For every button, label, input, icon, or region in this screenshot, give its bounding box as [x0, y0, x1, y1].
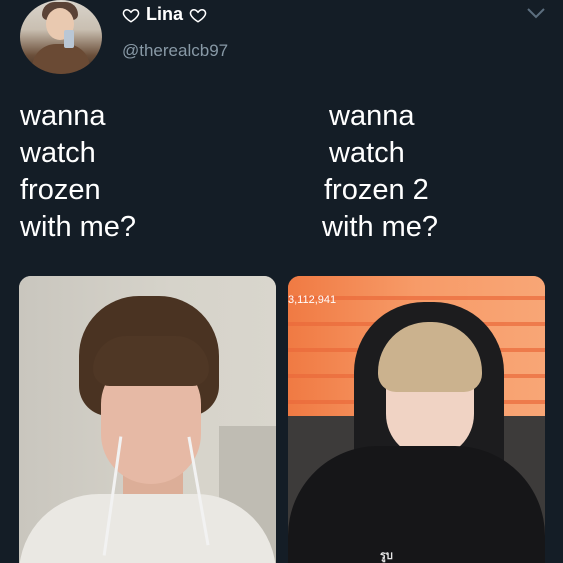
caption-line: watch [329, 137, 405, 169]
left-photo[interactable] [19, 276, 276, 563]
viewer-count: 3,112,941 [288, 294, 337, 306]
heart-outline-icon [189, 8, 207, 23]
display-name: Lina [146, 4, 184, 24]
caption-line: wanna [20, 100, 106, 132]
chevron-down-icon[interactable] [526, 6, 546, 20]
right-photo[interactable]: 3,112,941 รูบ [288, 276, 545, 563]
right-caption: wanna watch frozen 2 with me? [322, 98, 438, 246]
caption-line: frozen [20, 174, 101, 206]
left-caption: wanna watch frozen with me? [20, 98, 136, 246]
caption-line: with me? [322, 211, 439, 243]
shirt-text: รูบ [380, 550, 393, 562]
caption-line: wanna [329, 100, 415, 132]
caption-line: frozen 2 [324, 174, 429, 206]
caption-line: with me? [20, 211, 137, 243]
tweet-header: Lina @therealcb97 [0, 0, 563, 90]
display-name-row[interactable]: Lina [122, 4, 207, 25]
caption-line: watch [20, 137, 96, 169]
avatar[interactable] [20, 0, 102, 74]
heart-outline-icon [122, 8, 140, 23]
user-handle[interactable]: @therealcb97 [122, 41, 228, 61]
